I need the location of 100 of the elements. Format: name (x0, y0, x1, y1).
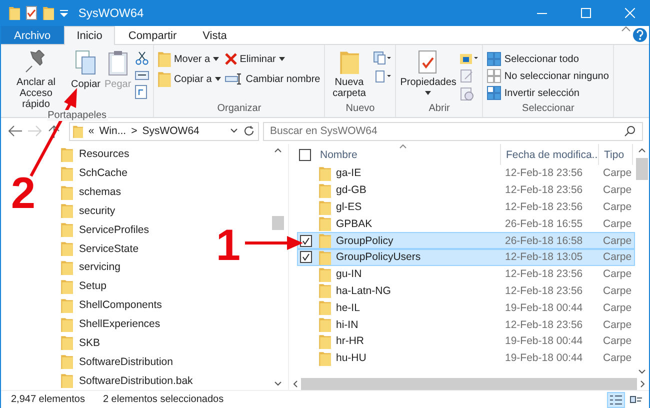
folder-icon (319, 233, 331, 248)
column-header[interactable]: Fecha de modifica... (501, 144, 599, 165)
checkbox[interactable] (300, 234, 312, 247)
folder-icon (319, 250, 331, 265)
date-cell-text: 26-Feb-18 16:55 (504, 218, 584, 230)
copy-to-button[interactable]: Copiar a (158, 71, 221, 87)
file-row[interactable]: he-IL 19-Feb-18 00:44 Carpe (297, 299, 635, 316)
type-cell-text: Carpe (602, 318, 633, 331)
refresh-icon (243, 125, 255, 137)
window-title: SysWOW64 (78, 6, 145, 20)
tree-item[interactable]: SoftwareDistribution (61, 352, 173, 372)
grid-icon (487, 52, 502, 66)
folder-icon (319, 166, 331, 181)
tree-item[interactable]: ServiceState (61, 239, 139, 258)
date-cell-text: 26-Feb-18 16:58 (504, 234, 584, 247)
breadcrumb-overflow[interactable]: « (88, 125, 94, 137)
tree-item[interactable]: ShellExperiences (61, 314, 160, 334)
folder-icon (319, 283, 331, 298)
select-option[interactable]: No seleccionar ninguno (487, 68, 609, 84)
tree-item[interactable]: ShellComponents (61, 296, 162, 315)
grid-icon (487, 69, 502, 83)
tree-item[interactable]: Resources (61, 145, 130, 164)
date-cell-text: 12-Feb-18 23:56 (504, 318, 584, 331)
folder-icon (158, 71, 171, 87)
copy-icon (74, 50, 98, 76)
file-row[interactable]: gd-GB 12-Feb-18 23:56 Carpe (297, 182, 635, 199)
group-label: Portapapeles (46, 110, 108, 121)
details-view-button[interactable] (607, 392, 625, 408)
folder-icon (319, 350, 331, 366)
file-tab[interactable]: Archivo (1, 26, 64, 44)
caret-icon (278, 57, 285, 61)
column-header[interactable]: Nombre (315, 144, 501, 165)
type-cell-text: Carpe (602, 284, 633, 297)
tree-item[interactable]: SchCache (61, 164, 128, 183)
dropdown-icon (60, 9, 68, 17)
select-option[interactable]: Seleccionar todo (487, 51, 609, 67)
folder-icon (319, 334, 331, 349)
select-option[interactable]: Invertir selección (487, 85, 609, 101)
maximize-icon (581, 8, 591, 18)
tree-item[interactable]: ServiceProfiles (61, 220, 150, 240)
folder-icon (319, 317, 331, 332)
pin-button[interactable]: Anclar al Acceso rápido (5, 48, 67, 110)
file-name: he-IL (336, 302, 360, 314)
file-row[interactable]: hr-HR 19-Feb-18 00:44 Carpe (297, 332, 635, 350)
checkbox[interactable] (300, 251, 312, 264)
file-row[interactable]: hu-HU 19-Feb-18 00:44 Carpe (297, 350, 635, 367)
tree-item[interactable]: servicing (61, 258, 120, 277)
grid-icon (487, 86, 502, 100)
tree-item[interactable]: SoftwareDistribution.bak (61, 371, 193, 390)
move-to-button[interactable]: Mover a (158, 51, 221, 67)
file-row[interactable]: GroupPolicy 26-Feb-18 16:58 Carpe (297, 232, 635, 249)
tree-item[interactable]: security (61, 202, 116, 220)
search-field[interactable]: Buscar en SysWOW64 (263, 122, 643, 140)
file-name: gd-GB (336, 184, 366, 196)
file-name: ha-Latn-NG (336, 284, 391, 297)
properties-button[interactable]: Propiedades (400, 48, 456, 95)
scroll-thumb[interactable] (636, 158, 648, 180)
file-name: GroupPolicyUsers (336, 251, 421, 264)
scroll-right-icon (639, 379, 647, 389)
properties-icon (26, 6, 38, 20)
minimize-icon (537, 12, 547, 14)
folder-icon (61, 222, 73, 238)
easy-access-icon (373, 69, 392, 83)
tree-item[interactable]: Setup (61, 276, 106, 296)
type-cell-text: Carpe (602, 251, 633, 264)
new-folder-button[interactable]: Nueva carpeta (329, 48, 370, 99)
date-cell-text: 12-Feb-18 23:56 (504, 184, 584, 196)
folder-icon (61, 146, 73, 162)
clipboard-icon (106, 50, 129, 76)
item-count: 2,947 elementos (11, 394, 85, 405)
address-bar[interactable]: « Win... > SysWOW64 (69, 122, 259, 140)
annotation-number: 1 (216, 224, 240, 268)
column-header[interactable]: Tipo (599, 144, 633, 165)
rename-button[interactable]: Cambiar nombre (224, 71, 320, 87)
file-name: GroupPolicy (336, 234, 394, 247)
caret-icon (213, 57, 220, 61)
file-name: GPBAK (336, 218, 372, 230)
file-row[interactable]: ga-IE 12-Feb-18 23:56 Carpe (297, 165, 635, 182)
file-name: gu-IN (336, 268, 362, 280)
breadcrumb[interactable]: SysWOW64 (142, 125, 225, 137)
delete-button[interactable]: Eliminar (224, 51, 320, 67)
file-row[interactable]: GroupPolicyUsers 12-Feb-18 13:05 Carpe (297, 248, 635, 266)
tree-item[interactable]: schemas (61, 182, 122, 202)
properties-icon (418, 50, 438, 74)
folder-icon (319, 300, 331, 316)
ribbon-tab[interactable]: Inicio (64, 26, 116, 45)
tree-item[interactable]: SKB (61, 333, 100, 352)
file-row[interactable]: gu-IN 12-Feb-18 23:56 Carpe (297, 266, 635, 283)
caret-icon (214, 77, 221, 81)
file-row[interactable]: hi-IN 12-Feb-18 23:56 Carpe (297, 316, 635, 333)
file-row[interactable]: ha-Latn-NG 12-Feb-18 23:56 Carpe (297, 282, 635, 300)
breadcrumb[interactable]: Win... (99, 125, 126, 137)
folder-icon (61, 373, 73, 388)
copy-button[interactable]: Copiar (71, 48, 100, 90)
date-cell-text: 12-Feb-18 13:05 (504, 251, 584, 264)
folder-icon (61, 241, 73, 256)
file-row[interactable]: GPBAK 26-Feb-18 16:55 Carpe (297, 215, 635, 232)
file-row[interactable]: gl-ES 12-Feb-18 23:56 Carpe (297, 198, 635, 216)
scroll-thumb[interactable] (272, 216, 284, 230)
checkbox[interactable] (299, 148, 311, 160)
